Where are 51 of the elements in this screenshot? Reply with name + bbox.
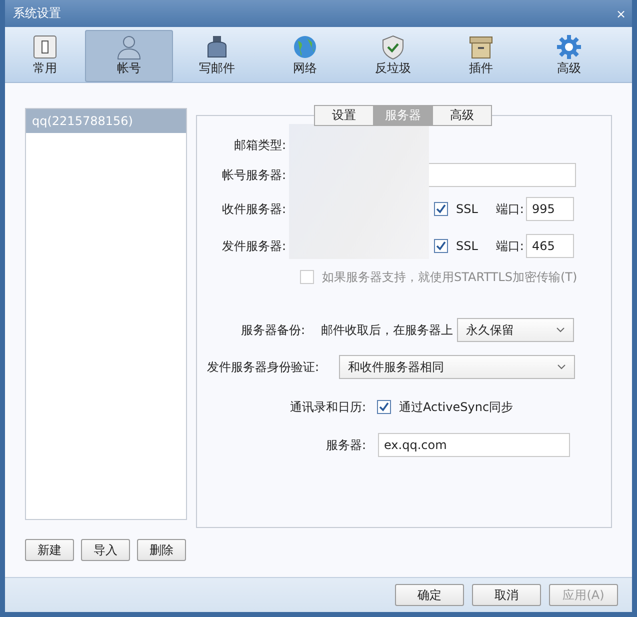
input-field[interactable] [426,163,576,187]
switch-icon [32,34,58,60]
checkbox-label: 如果服务器支持，就使用STARTTLS加密传输(T) [322,268,578,286]
field-label: 邮箱类型: [232,136,286,154]
check-icon [436,204,446,214]
toolbar-tab[interactable]: 插件 [437,30,525,82]
port-field[interactable]: 465 [526,234,574,258]
check-icon [436,241,446,251]
tab[interactable]: 设置 [314,105,374,126]
dropdown[interactable]: 永久保留 [457,318,574,342]
gear-icon [556,34,582,60]
dropdown[interactable]: 和收件服务器相同 [339,355,575,379]
globe-icon [292,34,318,60]
check-icon [379,402,389,412]
checkbox[interactable] [377,400,391,414]
caret-icon [557,364,566,370]
toolbar-tab[interactable]: 网络 [261,30,349,82]
checkbox-label: 通过ActiveSync同步 [399,398,514,416]
account-button[interactable]: 导入 [81,539,130,561]
shield-icon [380,34,406,60]
input-field[interactable]: ex.qq.com [378,433,570,457]
field-label: 端口: [496,200,524,218]
tab[interactable]: 高级 [432,105,492,126]
field-label: 帐号服务器: [220,166,286,184]
account-button[interactable]: 新建 [25,539,74,561]
field-label: 收件服务器: [220,200,286,218]
account-button[interactable]: 删除 [137,539,186,561]
caret-icon [556,327,565,333]
window-title: 系统设置 [13,5,61,22]
toolbar-tab[interactable]: 反垃圾 [349,30,437,82]
field-label: 发件服务器: [220,238,286,254]
field-label: 发件服务器身份验证: [206,358,319,376]
field-label: 端口: [496,238,524,254]
toolbar-tab[interactable]: 写邮件 [173,30,261,82]
checkbox[interactable] [434,239,448,253]
field-label: 通讯录和日历: [288,398,366,416]
backup-text: 邮件收取后，在服务器上 [321,322,453,338]
checkbox-label: SSL [456,202,478,216]
port-field[interactable]: 995 [526,197,574,221]
toolbar-tab[interactable]: 高级 [525,30,613,82]
box-icon [468,34,494,60]
toolbar-tab[interactable]: 帐号 [85,30,173,82]
person-icon [116,34,142,60]
field-label: 服务器: [324,436,366,454]
dialog-button[interactable]: 确定 [395,584,464,606]
close-button[interactable]: × [616,8,626,20]
field-label: 服务器备份: [240,322,305,338]
checkbox[interactable] [434,202,448,216]
toolbar-tab[interactable]: 常用 [5,30,85,82]
checkbox-label: SSL [456,239,478,253]
dialog-button[interactable]: 取消 [472,584,541,606]
